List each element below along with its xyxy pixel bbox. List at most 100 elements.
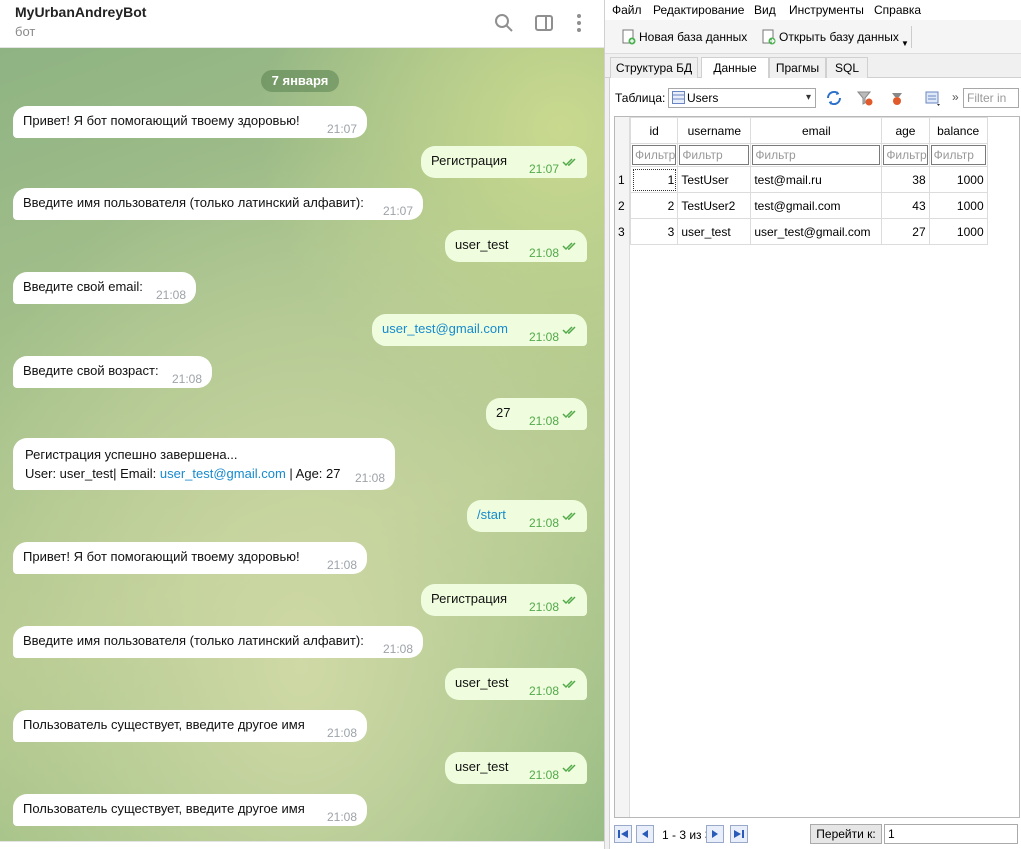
message-incoming[interactable]: Введите свой email: 21:08 bbox=[13, 272, 196, 304]
table-cell[interactable]: test@gmail.com bbox=[750, 192, 883, 219]
double-check-icon bbox=[562, 242, 576, 251]
table-cell[interactable]: 38 bbox=[881, 166, 930, 193]
column-header-age[interactable]: age bbox=[881, 117, 930, 144]
row-number[interactable]: 3 bbox=[618, 225, 625, 239]
column-header-id[interactable]: id bbox=[629, 117, 679, 144]
tab-sql[interactable]: SQL bbox=[826, 57, 868, 78]
row-number[interactable]: 1 bbox=[618, 173, 625, 187]
email-link[interactable]: user_test@gmail.com bbox=[382, 313, 508, 345]
row-number[interactable]: 2 bbox=[618, 199, 625, 213]
save-filters-icon[interactable] bbox=[888, 89, 906, 107]
clear-filters-icon[interactable] bbox=[856, 89, 874, 107]
table-cell[interactable]: 27 bbox=[881, 218, 930, 245]
table-cell[interactable]: 1000 bbox=[928, 218, 988, 245]
table-cell[interactable]: user_test bbox=[677, 218, 752, 245]
message-time: 21:08 bbox=[528, 330, 559, 344]
table-cell[interactable]: 1000 bbox=[928, 192, 988, 219]
message-incoming[interactable]: Пользователь существует, введите другое … bbox=[13, 710, 367, 742]
telegram-window: MyUrbanAndreyBot бот 7 января Привет! Я … bbox=[0, 0, 604, 849]
table-cell[interactable]: 43 bbox=[881, 192, 930, 219]
message-time: 21:08 bbox=[528, 684, 559, 698]
table-row[interactable]: 2 TestUser2 test@gmail.com 43 1000 bbox=[629, 192, 988, 219]
previous-record-button[interactable] bbox=[636, 825, 654, 843]
column-header-email[interactable]: email bbox=[750, 117, 883, 144]
header-row: id username email age balance bbox=[629, 117, 988, 144]
menu-view[interactable]: Вид bbox=[754, 3, 776, 17]
table-icon bbox=[672, 91, 685, 104]
message-outgoing[interactable]: user_test 21:08 bbox=[445, 668, 587, 700]
message-outgoing[interactable]: user_test@gmail.com 21:08 bbox=[372, 314, 587, 346]
message-incoming[interactable]: Пользователь существует, введите другое … bbox=[13, 794, 367, 826]
refresh-icon[interactable] bbox=[825, 89, 843, 107]
message-outgoing[interactable]: 27 21:08 bbox=[486, 398, 587, 430]
table-label: Таблица: bbox=[615, 91, 666, 105]
table-cell[interactable]: 3 bbox=[629, 218, 679, 245]
message-time: 21:07 bbox=[528, 162, 559, 176]
column-header-username[interactable]: username bbox=[677, 117, 752, 144]
double-check-icon bbox=[562, 158, 576, 167]
message-outgoing[interactable]: Регистрация 21:08 bbox=[421, 584, 587, 616]
message-incoming[interactable]: Привет! Я бот помогающий твоему здоровью… bbox=[13, 542, 367, 574]
table-select[interactable]: Users ▾ bbox=[668, 88, 816, 108]
message-outgoing[interactable]: user_test 21:08 bbox=[445, 230, 587, 262]
print-icon[interactable] bbox=[924, 89, 942, 107]
tab-pragmas[interactable]: Прагмы bbox=[769, 57, 826, 78]
message-outgoing[interactable]: /start 21:08 bbox=[467, 500, 587, 532]
message-incoming[interactable]: Регистрация успешно завершена... User: u… bbox=[13, 438, 395, 490]
email-link[interactable]: user_test@gmail.com bbox=[160, 466, 286, 481]
record-count: 1 - 3 из 3 bbox=[662, 828, 712, 842]
date-separator: 7 января bbox=[261, 70, 339, 92]
table-cell[interactable]: TestUser bbox=[677, 166, 752, 193]
data-grid[interactable]: 1 2 3 id username email age balance Филь… bbox=[614, 116, 1020, 818]
tab-db-structure[interactable]: Структура БД bbox=[610, 57, 698, 78]
more-toolbar-icon[interactable]: » bbox=[952, 90, 959, 104]
table-row[interactable]: 3 user_test user_test@gmail.com 27 1000 bbox=[629, 218, 988, 245]
chat-messages-area[interactable]: 7 января Привет! Я бот помогающий твоему… bbox=[0, 48, 604, 841]
goto-button[interactable]: Перейти к: bbox=[810, 824, 882, 844]
column-header-balance[interactable]: balance bbox=[928, 117, 988, 144]
last-record-button[interactable] bbox=[730, 825, 748, 843]
menu-edit[interactable]: Редактирование bbox=[653, 3, 744, 17]
filter-field-age[interactable]: Фильтр bbox=[883, 145, 928, 165]
menu-help[interactable]: Справка bbox=[874, 3, 921, 17]
filter-field-id[interactable]: Фильтр bbox=[632, 145, 677, 165]
more-options-icon[interactable] bbox=[567, 11, 591, 35]
menu-file[interactable]: Файл bbox=[612, 3, 642, 17]
new-database-button[interactable]: Новая база данных bbox=[621, 27, 747, 47]
message-time: 21:08 bbox=[528, 414, 559, 428]
first-record-button[interactable] bbox=[614, 825, 632, 843]
open-database-button[interactable]: Открыть базу данных bbox=[761, 27, 899, 47]
table-cell[interactable]: 2 bbox=[629, 192, 679, 219]
table-cell[interactable]: user_test@gmail.com bbox=[750, 218, 883, 245]
filter-input[interactable]: Filter in ... bbox=[963, 88, 1019, 123]
next-record-button[interactable] bbox=[706, 825, 724, 843]
message-incoming[interactable]: Введите имя пользователя (только латинск… bbox=[13, 188, 423, 220]
table-cell[interactable]: test@mail.ru bbox=[750, 166, 883, 193]
command-link[interactable]: /start bbox=[477, 499, 506, 531]
table-cell[interactable]: TestUser2 bbox=[677, 192, 752, 219]
message-incoming[interactable]: Введите свой возраст: 21:08 bbox=[13, 356, 212, 388]
message-outgoing[interactable]: user_test 21:08 bbox=[445, 752, 587, 784]
table-row[interactable]: 1 TestUser test@mail.ru 38 1000 bbox=[629, 166, 988, 193]
double-check-icon bbox=[562, 596, 576, 605]
search-icon[interactable] bbox=[492, 11, 516, 35]
message-outgoing[interactable]: Регистрация 21:07 bbox=[421, 146, 587, 178]
message-input-bar[interactable] bbox=[0, 841, 604, 849]
goto-input[interactable]: 1 bbox=[884, 824, 1018, 844]
chat-subtitle: бот bbox=[15, 24, 36, 39]
sidebar-toggle-icon[interactable] bbox=[532, 11, 556, 35]
chat-title[interactable]: MyUrbanAndreyBot bbox=[15, 4, 146, 20]
tab-data[interactable]: Данные bbox=[701, 57, 769, 79]
table-cell[interactable]: 1 bbox=[629, 166, 679, 193]
filter-field-balance[interactable]: Фильтр bbox=[930, 145, 986, 165]
tab-bar: Структура БД Данные Прагмы SQL bbox=[605, 56, 1021, 79]
filter-field-email[interactable]: Фильтр bbox=[752, 145, 881, 165]
record-navigation: 1 - 3 из 3 Перейти к: 1 bbox=[614, 824, 1020, 846]
dropdown-arrow-icon[interactable]: ▼ bbox=[901, 39, 909, 48]
menu-tools[interactable]: Инструменты bbox=[789, 3, 864, 17]
db-browser-window: Файл Редактирование Вид Инструменты Спра… bbox=[604, 0, 1021, 849]
message-incoming[interactable]: Введите имя пользователя (только латинск… bbox=[13, 626, 423, 658]
table-cell[interactable]: 1000 bbox=[928, 166, 988, 193]
filter-field-username[interactable]: Фильтр bbox=[679, 145, 750, 165]
message-incoming[interactable]: Привет! Я бот помогающий твоему здоровью… bbox=[13, 106, 367, 138]
